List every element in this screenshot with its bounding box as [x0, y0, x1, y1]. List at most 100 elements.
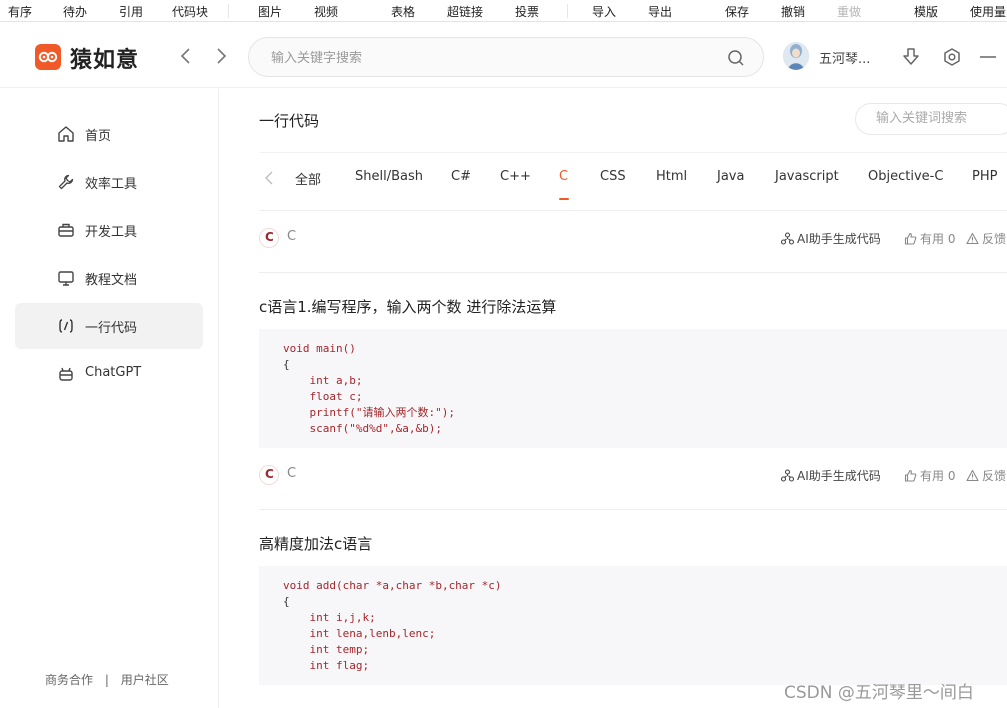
- tab-all[interactable]: 全部: [295, 169, 321, 188]
- search-icon[interactable]: [727, 49, 745, 67]
- tab-css[interactable]: CSS: [600, 169, 626, 184]
- footer-separator: |: [104, 673, 109, 687]
- global-search: [248, 37, 764, 77]
- sidebar-item-label: 开发工具: [85, 225, 138, 240]
- logo-icon[interactable]: [35, 44, 61, 70]
- active-tab-indicator: [559, 198, 569, 200]
- tab-objective-c[interactable]: Objective-C: [868, 169, 943, 184]
- sidebar: 首页 效率工具 开发工具 教程文档 一行代码 ChatGPT 商务合作 | 用户…: [0, 89, 219, 708]
- tab-csharp[interactable]: C#: [451, 169, 471, 184]
- c-language-icon: C: [259, 465, 279, 485]
- username[interactable]: 五河琴...: [819, 48, 870, 67]
- ai-generate-button[interactable]: AI助手生成代码: [780, 230, 881, 247]
- toolbar-hyperlink[interactable]: 超链接: [447, 3, 483, 20]
- code-line: int flag;: [283, 659, 370, 672]
- code-icon: [59, 319, 73, 333]
- feedback-button[interactable]: 反馈: [966, 230, 1006, 247]
- toolbar-divider: [567, 4, 568, 18]
- robot-icon: [59, 367, 73, 381]
- warning-icon: [966, 232, 979, 245]
- divider: [259, 210, 1007, 211]
- download-icon[interactable]: [902, 47, 920, 67]
- toolbar-export[interactable]: 导出: [648, 3, 672, 20]
- language-tabs: 全部 Shell/Bash C# C++ C CSS Html Java Jav…: [259, 152, 1007, 200]
- logo-text[interactable]: 猿如意: [70, 42, 139, 74]
- thumbs-up-icon: [904, 232, 917, 245]
- community-link[interactable]: 用户社区: [121, 673, 169, 687]
- toolbar-image[interactable]: 图片: [258, 3, 282, 20]
- forward-arrow-icon[interactable]: [213, 47, 229, 65]
- toolbar-import[interactable]: 导入: [592, 3, 616, 20]
- feedback-button[interactable]: 反馈: [966, 467, 1006, 484]
- editor-toolbar: 有序 待办 引用 代码块 图片 视频 表格 超链接 投票 导入 导出 保存 撤销…: [0, 0, 1007, 22]
- app-header: 猿如意 五河琴...: [0, 22, 1007, 88]
- ai-network-icon: [780, 469, 795, 482]
- useful-button[interactable]: 有用 0: [904, 467, 955, 484]
- home-icon: [58, 126, 74, 142]
- toolbar-undo[interactable]: 撤销: [781, 3, 805, 20]
- toolbar-video[interactable]: 视频: [314, 3, 338, 20]
- warning-icon: [966, 469, 979, 482]
- sidebar-item-label: 教程文档: [85, 273, 138, 288]
- toolbar-todo[interactable]: 待办: [63, 3, 87, 20]
- sidebar-item-chatgpt[interactable]: ChatGPT: [15, 351, 203, 397]
- tabs-prev-icon[interactable]: [264, 170, 274, 186]
- tab-javascript[interactable]: Javascript: [775, 169, 839, 184]
- global-search-input[interactable]: [271, 48, 711, 68]
- ai-network-icon: [780, 232, 795, 245]
- business-link[interactable]: 商务合作: [45, 673, 93, 687]
- sidebar-footer: 商务合作 | 用户社区: [45, 671, 177, 688]
- language-label: C: [287, 466, 297, 481]
- toolbar-code-block[interactable]: 代码块: [172, 3, 208, 20]
- monitor-icon: [58, 271, 74, 286]
- snippet-title[interactable]: c语言1.编写程序，输入两个数 进行除法运算: [259, 296, 556, 317]
- toolbar-vote[interactable]: 投票: [515, 3, 539, 20]
- sidebar-item-label: 一行代码: [85, 321, 138, 336]
- keyword-search-input[interactable]: [876, 111, 1006, 126]
- code-line: printf("请输入两个数:");: [283, 406, 455, 419]
- toolbar-ordered-list[interactable]: 有序: [8, 3, 32, 20]
- code-line: float c;: [283, 390, 363, 403]
- toolbar-save[interactable]: 保存: [725, 3, 749, 20]
- code-line: {: [283, 595, 290, 608]
- code-block[interactable]: void main() { int a,b; float c; printf("…: [259, 329, 1007, 448]
- snippet-meta: C C AI助手生成代码 有用 0 反馈: [259, 463, 1007, 487]
- avatar[interactable]: [783, 42, 809, 70]
- tab-shell-bash[interactable]: Shell/Bash: [355, 169, 423, 184]
- code-line: int a,b;: [283, 374, 363, 387]
- tab-html[interactable]: Html: [656, 169, 687, 184]
- sidebar-item-home[interactable]: 首页: [15, 111, 203, 157]
- toolbar-redo[interactable]: 重做: [837, 3, 861, 20]
- tab-java[interactable]: Java: [717, 169, 744, 184]
- minimize-icon[interactable]: [979, 47, 997, 67]
- toolbar-table[interactable]: 表格: [391, 3, 415, 20]
- back-arrow-icon[interactable]: [178, 47, 194, 65]
- code-line: int lena,lenb,lenc;: [283, 627, 436, 640]
- code-block[interactable]: void add(char *a,char *b,char *c) { int …: [259, 566, 1007, 685]
- toolbar-usage[interactable]: 使用量: [970, 3, 1006, 20]
- code-line: void add(char *a,char *b,char *c): [283, 579, 502, 592]
- toolbar-quote[interactable]: 引用: [119, 3, 143, 20]
- sidebar-item-efficiency-tools[interactable]: 效率工具: [15, 159, 203, 205]
- c-language-icon: C: [259, 228, 279, 248]
- language-label: C: [287, 229, 297, 244]
- page-title: 一行代码: [259, 112, 320, 130]
- useful-button[interactable]: 有用 0: [904, 230, 955, 247]
- tab-php[interactable]: PHP: [972, 169, 997, 184]
- sidebar-item-label: ChatGPT: [85, 365, 142, 380]
- code-line: int temp;: [283, 643, 370, 656]
- snippet-meta: C C AI助手生成代码 有用 0 反馈: [259, 226, 1007, 250]
- tab-c[interactable]: C: [559, 169, 568, 184]
- keyword-search: [855, 103, 1007, 135]
- sidebar-item-one-line-code[interactable]: 一行代码: [15, 303, 203, 349]
- snippet-title[interactable]: 高精度加法c语言: [259, 533, 372, 554]
- code-line: void main(): [283, 342, 356, 355]
- thumbs-up-icon: [904, 469, 917, 482]
- sidebar-item-tutorials[interactable]: 教程文档: [15, 255, 203, 301]
- tab-cpp[interactable]: C++: [500, 169, 531, 184]
- sidebar-item-dev-tools[interactable]: 开发工具: [15, 207, 203, 253]
- toolbar-template[interactable]: 模版: [914, 3, 938, 20]
- settings-icon[interactable]: [942, 47, 962, 67]
- ai-generate-button[interactable]: AI助手生成代码: [780, 467, 881, 484]
- sidebar-item-label: 效率工具: [85, 177, 138, 192]
